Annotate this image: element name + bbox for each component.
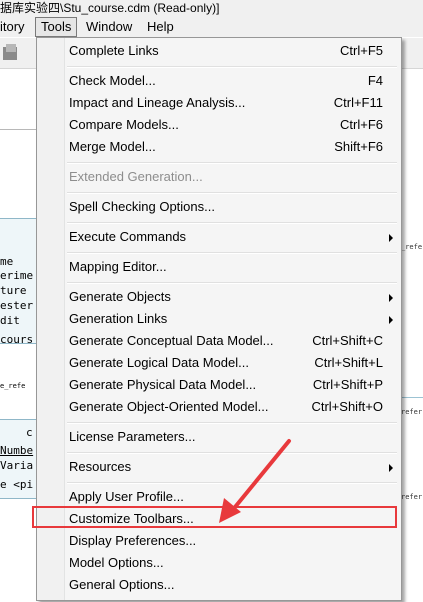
menu-item-label: Apply User Profile... xyxy=(69,489,184,504)
menu-item-label: Generate Logical Data Model... xyxy=(69,355,249,370)
menu-item-label: Generation Links xyxy=(69,311,168,326)
menu-item-mapping-editor[interactable]: Mapping Editor... xyxy=(65,256,401,278)
menu-item-generate-ldm[interactable]: Generate Logical Data Model... Ctrl+Shif… xyxy=(65,352,401,374)
menu-item-spell-checking[interactable]: Spell Checking Options... xyxy=(65,196,401,218)
menu-item-resources[interactable]: Resources xyxy=(65,456,401,478)
menu-item-general-options[interactable]: General Options... xyxy=(65,574,401,596)
menu-window[interactable]: Window xyxy=(81,17,137,36)
divider xyxy=(0,129,36,130)
menu-item-apply-user-profile[interactable]: Apply User Profile... xyxy=(65,486,401,508)
bg-text-fragment: ture xyxy=(0,284,27,297)
menu-item-label: General Options... xyxy=(69,577,175,592)
menu-item-label: Impact and Lineage Analysis... xyxy=(69,95,246,110)
menu-help[interactable]: Help xyxy=(142,17,179,36)
bg-text-fragment: Numbe xyxy=(0,444,34,457)
menu-separator xyxy=(67,252,397,254)
menu-separator xyxy=(67,192,397,194)
menu-item-shortcut: Ctrl+Shift+C xyxy=(312,333,383,348)
menu-item-label: Mapping Editor... xyxy=(69,259,167,274)
menu-item-complete-links[interactable]: Complete Links Ctrl+F5 xyxy=(65,40,401,62)
menu-item-check-model[interactable]: Check Model... F4 xyxy=(65,70,401,92)
menu-item-execute-commands[interactable]: Execute Commands xyxy=(65,226,401,248)
bg-text-fragment: erime xyxy=(0,269,34,282)
menu-separator xyxy=(67,482,397,484)
menu-tools[interactable]: Tools xyxy=(35,17,78,37)
submenu-arrow-icon xyxy=(389,464,393,472)
bg-text-fragment: me xyxy=(0,255,14,268)
menu-item-label: Spell Checking Options... xyxy=(69,199,215,214)
bg-text-fragment: e_refe xyxy=(0,382,26,390)
menu-repository[interactable]: itory xyxy=(0,17,30,36)
menu-separator xyxy=(67,422,397,424)
menu-item-model-options[interactable]: Model Options... xyxy=(65,552,401,574)
divider xyxy=(400,397,423,398)
menu-item-label: Complete Links xyxy=(69,43,159,58)
menu-item-shortcut: Ctrl+Shift+P xyxy=(312,377,383,392)
bg-text-fragment: Varia xyxy=(0,459,34,472)
menu-item-label: Resources xyxy=(69,459,132,474)
menu-item-shortcut: Ctrl+Shift+L xyxy=(314,355,383,370)
bg-text-fragment: dit xyxy=(0,314,20,327)
menu-separator xyxy=(67,222,397,224)
bg-text-fragment: refer xyxy=(401,408,423,416)
submenu-arrow-icon xyxy=(389,316,393,324)
menu-separator xyxy=(67,66,397,68)
menu-item-generate-pdm[interactable]: Generate Physical Data Model... Ctrl+Shi… xyxy=(65,374,401,396)
menu-item-shortcut: Ctrl+F5 xyxy=(340,43,383,58)
menu-item-shortcut: Ctrl+F11 xyxy=(333,95,383,110)
window-title-bar: 据库实验四\Stu_course.cdm (Read-only)] xyxy=(0,0,423,18)
menu-separator xyxy=(67,282,397,284)
diagram-canvas-right: _refe refer refer xyxy=(400,69,423,602)
menu-item-label: Extended Generation... xyxy=(69,169,203,184)
menu-item-generate-objects[interactable]: Generate Objects xyxy=(65,286,401,308)
menu-item-label: Compare Models... xyxy=(69,117,179,132)
menu-separator xyxy=(67,452,397,454)
bg-text-fragment: _refe xyxy=(401,243,423,251)
menu-item-extended-generation: Extended Generation... xyxy=(65,166,401,188)
menu-item-label: Generate Object-Oriented Model... xyxy=(69,399,269,414)
menu-item-impact-lineage[interactable]: Impact and Lineage Analysis... Ctrl+F11 xyxy=(65,92,401,114)
menu-item-label: Merge Model... xyxy=(69,139,156,154)
menu-item-shortcut: Shift+F6 xyxy=(334,139,383,154)
menu-item-generate-cdm[interactable]: Generate Conceptual Data Model... Ctrl+S… xyxy=(65,330,401,352)
bg-text-fragment: cours xyxy=(0,333,34,346)
submenu-arrow-icon xyxy=(389,294,393,302)
menu-item-label: Generate Objects xyxy=(69,289,171,304)
bg-text-fragment: refer xyxy=(401,493,423,501)
menu-item-display-preferences[interactable]: Display Preferences... xyxy=(65,530,401,552)
submenu-arrow-icon xyxy=(389,234,393,242)
menu-separator xyxy=(67,162,397,164)
window-title: 据库实验四\Stu_course.cdm (Read-only)] xyxy=(0,1,220,15)
menu-item-label: Generate Physical Data Model... xyxy=(69,377,257,392)
menu-item-shortcut: Ctrl+F6 xyxy=(340,117,383,132)
bg-text-fragment: e <pi xyxy=(0,478,34,491)
menu-bar: itory Tools Window Help xyxy=(0,17,423,37)
menu-item-shortcut: Ctrl+Shift+O xyxy=(311,399,383,414)
menu-item-label: Generate Conceptual Data Model... xyxy=(69,333,274,348)
menu-item-merge-model[interactable]: Merge Model... Shift+F6 xyxy=(65,136,401,158)
diagram-canvas-left: me erime ture ester dit cours e_refe c N… xyxy=(0,69,36,602)
bg-text-fragment: ester xyxy=(0,299,34,312)
menu-item-license-parameters[interactable]: License Parameters... xyxy=(65,426,401,448)
toolbar-button-icon[interactable] xyxy=(3,44,17,60)
menu-item-generation-links[interactable]: Generation Links xyxy=(65,308,401,330)
menu-item-label: Model Options... xyxy=(69,555,164,570)
menu-item-label: Display Preferences... xyxy=(69,533,197,548)
highlight-box xyxy=(32,506,397,528)
menu-item-label: Check Model... xyxy=(69,73,156,88)
bg-text-fragment: c xyxy=(26,426,33,439)
menu-item-shortcut: F4 xyxy=(367,73,383,88)
menu-item-label: License Parameters... xyxy=(69,429,196,444)
menu-item-compare-models[interactable]: Compare Models... Ctrl+F6 xyxy=(65,114,401,136)
menu-item-generate-oom[interactable]: Generate Object-Oriented Model... Ctrl+S… xyxy=(65,396,401,418)
menu-item-label: Execute Commands xyxy=(69,229,187,244)
